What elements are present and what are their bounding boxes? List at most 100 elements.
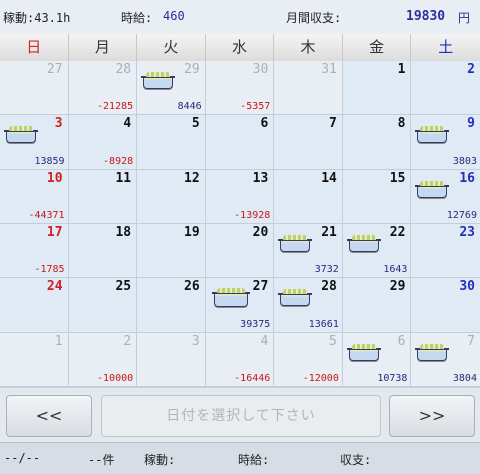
day-number: 28 — [115, 62, 132, 77]
day-number: 29 — [184, 62, 200, 77]
calendar-day-cell[interactable]: 12 — [137, 169, 206, 224]
day-number: 31 — [321, 62, 337, 77]
day-number: 9 — [467, 116, 475, 132]
calendar-day-cell[interactable]: 5 — [137, 115, 206, 170]
calendar-day-cell[interactable]: 13 -13928 — [205, 169, 275, 224]
calendar-day-cell[interactable]: 1 — [342, 61, 412, 116]
day-number: 6 — [397, 333, 406, 349]
currency-unit: 円 — [458, 11, 471, 25]
calendar-day-cell[interactable]: 27 — [0, 61, 69, 116]
weekday-header-row: 日 月 火 水 木 金 土 — [0, 34, 480, 62]
day-amount: 1643 — [383, 264, 408, 276]
day-number: 2 — [123, 333, 132, 349]
hourly-wage-label: 時給: — [121, 11, 153, 25]
calendar-day-cell[interactable]: 25 — [68, 278, 138, 333]
calendar-day-cell[interactable]: 10 -44371 — [0, 169, 69, 224]
day-number: 4 — [123, 116, 132, 132]
calendar-day-cell[interactable]: 15 — [342, 169, 412, 224]
day-amount: -44371 — [28, 209, 65, 221]
calendar-day-cell[interactable]: 26 — [137, 278, 206, 333]
day-number: 2 — [467, 62, 475, 77]
record-count-text: --件 — [88, 453, 115, 467]
calendar-day-cell[interactable]: 14 — [274, 169, 343, 224]
day-amount: 13661 — [308, 318, 339, 330]
calendar-day-cell[interactable]: 31 — [274, 61, 343, 116]
day-number: 28 — [321, 279, 337, 295]
bento-icon — [278, 234, 313, 252]
calendar-day-cell[interactable]: 3 13859 — [0, 115, 69, 170]
day-amount: -1785 — [34, 264, 65, 276]
calendar-day-cell[interactable]: 6 — [205, 115, 275, 170]
day-amount: -16446 — [234, 372, 271, 384]
day-number: 8 — [397, 116, 406, 132]
day-amount: -13928 — [234, 209, 271, 221]
calendar-day-cell[interactable]: 2 -10000 — [68, 332, 138, 387]
day-number: 25 — [115, 279, 132, 295]
day-number: 3 — [54, 116, 63, 132]
calendar-day-cell[interactable]: 17 -1785 — [0, 223, 69, 279]
bento-big-icon — [211, 288, 250, 308]
calendar-day-cell[interactable]: 7 3804 — [411, 332, 480, 387]
day-amount: 12769 — [446, 209, 477, 221]
day-number: 10 — [46, 170, 63, 186]
calendar-day-cell[interactable]: 30 — [411, 278, 480, 333]
calendar-day-cell[interactable]: 28 -21285 — [68, 61, 138, 116]
calendar-day-cell[interactable]: 19 — [137, 223, 206, 279]
calendar-day-cell[interactable]: 24 — [0, 278, 69, 333]
calendar-day-cell[interactable]: 29 — [342, 278, 412, 333]
calendar-day-cell[interactable]: 27 39375 — [205, 278, 275, 333]
day-number: 7 — [467, 333, 475, 349]
day-amount: -5357 — [240, 101, 271, 113]
bento-icon — [141, 72, 176, 89]
calendar-day-cell[interactable]: 16 12769 — [411, 169, 480, 224]
day-number: 5 — [191, 116, 200, 132]
calendar-day-cell[interactable]: 6 10738 — [342, 332, 412, 387]
day-number: 30 — [252, 62, 269, 77]
calendar-day-cell[interactable]: 29 8446 — [137, 61, 206, 116]
day-amount: 3804 — [452, 372, 477, 384]
calendar-day-cell[interactable]: 4 -16446 — [205, 332, 275, 387]
day-number: 16 — [459, 170, 475, 186]
day-number: 29 — [389, 279, 406, 295]
calendar-day-cell[interactable]: 20 — [205, 223, 275, 279]
summary-header: 稼動:43.1h 時給: 460 月間収支: 19830 円 — [0, 0, 480, 35]
day-hours-label: 稼動: — [144, 453, 176, 467]
calendar-day-cell[interactable]: 9 3803 — [411, 115, 480, 170]
day-number: 1 — [54, 333, 63, 349]
weekday-tue: 火 — [137, 34, 206, 61]
day-number: 5 — [329, 333, 337, 349]
calendar-day-cell[interactable]: 4 -8928 — [68, 115, 138, 170]
day-number: 26 — [184, 279, 200, 295]
date-select-field[interactable]: 日付を選択して下さい — [101, 395, 381, 437]
monthly-income-value: 19830 — [406, 9, 446, 24]
weekday-wed: 水 — [206, 34, 275, 61]
weekday-fri: 金 — [343, 34, 412, 61]
day-number: 6 — [260, 116, 269, 132]
calendar-day-cell[interactable]: 18 — [68, 223, 138, 279]
calendar-day-cell[interactable]: 28 13661 — [274, 278, 343, 333]
day-income-label: 収支: — [340, 453, 372, 467]
day-amount: -8928 — [103, 155, 134, 167]
calendar-day-cell[interactable]: 11 — [68, 169, 138, 224]
calendar-day-cell[interactable]: 5 -12000 — [274, 332, 343, 387]
calendar-day-cell[interactable]: 30 -5357 — [205, 61, 275, 116]
calendar-day-cell[interactable]: 22 1643 — [342, 223, 412, 279]
calendar-day-cell[interactable]: 23 — [411, 223, 480, 279]
hours-worked-text: 稼動:43.1h — [3, 11, 71, 25]
calendar-day-cell[interactable]: 3 — [137, 332, 206, 387]
next-month-button[interactable]: >> — [389, 395, 475, 437]
calendar-day-cell[interactable]: 1 — [0, 332, 69, 387]
day-number: 12 — [184, 170, 200, 186]
day-number: 1 — [397, 62, 406, 77]
calendar-day-cell[interactable]: 7 — [274, 115, 343, 170]
calendar-day-cell[interactable]: 21 3732 — [274, 223, 343, 279]
day-amount: -21285 — [97, 101, 134, 113]
day-number: 7 — [329, 116, 337, 132]
bento-icon — [4, 126, 38, 144]
previous-month-button[interactable]: << — [6, 395, 92, 437]
bento-icon — [278, 289, 313, 307]
calendar-day-cell[interactable]: 2 — [411, 61, 480, 116]
weekday-mon: 月 — [69, 34, 138, 61]
calendar-day-cell[interactable]: 8 — [342, 115, 412, 170]
day-amount: -12000 — [302, 372, 339, 384]
